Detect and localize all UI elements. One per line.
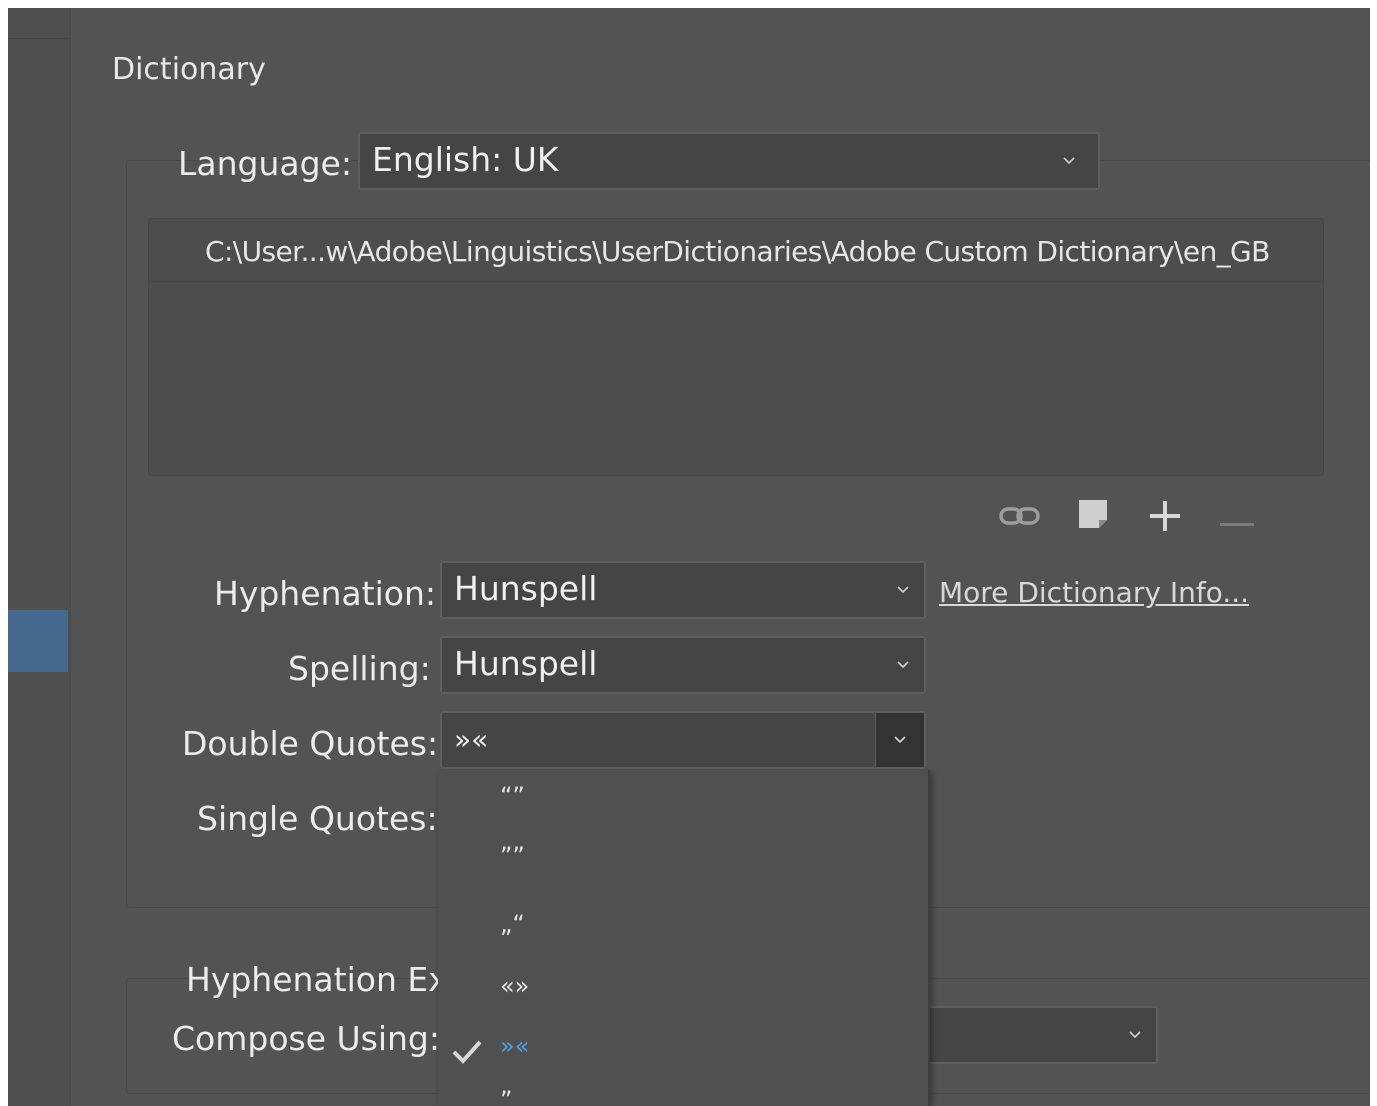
- spelling-label: Spelling:: [288, 649, 431, 688]
- preferences-panel: Dictionary Language: English: UK C:\User…: [8, 8, 1370, 1106]
- more-dictionary-info-link[interactable]: More Dictionary Info...: [939, 576, 1249, 609]
- language-value: English: UK: [372, 140, 559, 179]
- language-select[interactable]: English: UK: [358, 132, 1100, 190]
- dropdown-option[interactable]: “”: [500, 782, 525, 810]
- double-quotes-value: »«: [454, 723, 489, 756]
- hyphenation-label: Hyphenation:: [214, 574, 436, 613]
- preferences-sidebar: [8, 8, 71, 1106]
- spelling-select[interactable]: Hunspell: [440, 636, 926, 694]
- list-item[interactable]: C:\User...w\Adobe\Linguistics\UserDictio…: [149, 219, 1323, 282]
- sidebar-selected-item[interactable]: [8, 610, 68, 672]
- double-quotes-dropdown[interactable]: “” ”” „“ «» »« ”: [438, 770, 930, 1106]
- section-title: Dictionary: [112, 52, 266, 87]
- sidebar-divider: [8, 38, 70, 39]
- chevron-down-icon: [1128, 1028, 1142, 1042]
- dropdown-option[interactable]: «»: [500, 972, 529, 1000]
- language-label: Language:: [178, 144, 352, 183]
- dictionary-path: C:\User...w\Adobe\Linguistics\UserDictio…: [205, 235, 1270, 268]
- dropdown-option[interactable]: ”: [500, 1086, 512, 1106]
- chevron-down-icon: [1062, 154, 1076, 168]
- hyphenation-select[interactable]: Hunspell: [440, 561, 926, 619]
- dropdown-button[interactable]: [875, 713, 924, 767]
- checkmark-icon: [450, 1034, 484, 1068]
- double-quotes-label: Double Quotes:: [182, 724, 439, 763]
- single-quotes-label: Single Quotes:: [197, 799, 438, 838]
- link-icon[interactable]: [998, 502, 1042, 530]
- dropdown-option-selected[interactable]: »«: [500, 1032, 529, 1060]
- add-icon[interactable]: [1148, 499, 1182, 533]
- chevron-down-icon: [896, 658, 910, 672]
- new-dictionary-icon[interactable]: [1077, 498, 1111, 532]
- dictionary-list[interactable]: C:\User...w\Adobe\Linguistics\UserDictio…: [148, 218, 1324, 476]
- dropdown-option[interactable]: ””: [500, 842, 525, 870]
- hyphenation-value: Hunspell: [454, 569, 598, 608]
- double-quotes-select[interactable]: »«: [440, 711, 926, 769]
- compose-using-label: Compose Using:: [172, 1019, 440, 1058]
- dropdown-option[interactable]: „“: [500, 910, 525, 938]
- chevron-down-icon: [896, 583, 910, 597]
- compose-using-select[interactable]: [926, 1006, 1158, 1064]
- hyphenation-exceptions-title: Hyphenation Exc: [186, 960, 466, 999]
- remove-icon[interactable]: [1220, 513, 1254, 526]
- chevron-down-icon: [893, 733, 907, 747]
- spelling-value: Hunspell: [454, 644, 598, 683]
